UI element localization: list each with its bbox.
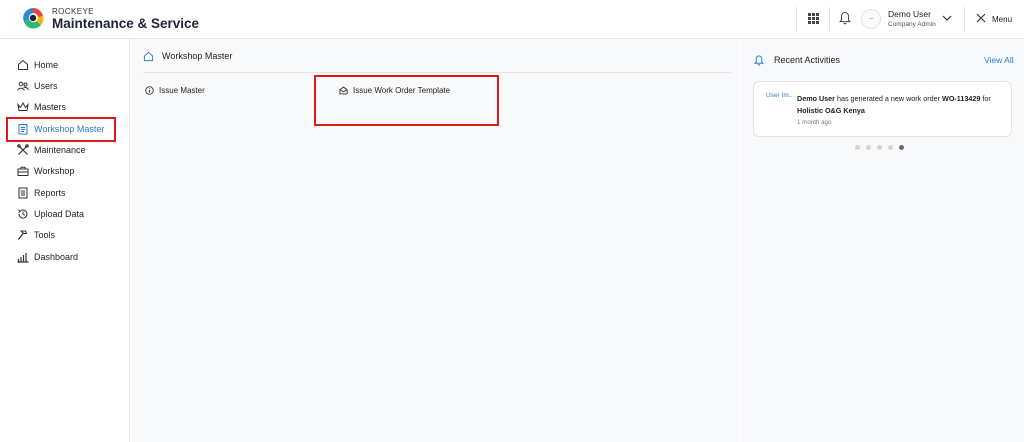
app-title: Maintenance & Service xyxy=(52,16,200,31)
rockeye-logo-icon xyxy=(23,7,44,29)
sidebar-item-workshop[interactable]: Workshop xyxy=(17,163,74,179)
carousel-dot[interactable] xyxy=(855,145,860,150)
sidebar-item-label: Users xyxy=(34,81,58,91)
activity-card[interactable]: User Im... Demo User has generated a new… xyxy=(753,81,1012,137)
top-header: ROCKEYE Maintenance & Service Demo User … xyxy=(0,0,1024,39)
chevron-down-icon[interactable] xyxy=(942,14,952,22)
sidebar-item-upload-data[interactable]: Upload Data xyxy=(17,206,84,222)
history-icon xyxy=(17,208,29,220)
issue-master-label: Issue Master xyxy=(159,85,205,95)
activity-message: has generated a new work order xyxy=(834,94,943,103)
users-icon xyxy=(17,80,29,92)
avatar-icon[interactable] xyxy=(861,9,881,29)
sidebar-item-home[interactable]: Home xyxy=(17,57,58,73)
sidebar-item-label: Workshop xyxy=(34,166,75,176)
sidebar-item-masters[interactable]: Masters xyxy=(17,99,66,115)
sidebar-item-label: Upload Data xyxy=(34,209,85,219)
activity-for: for xyxy=(980,94,991,103)
sidebar-item-label: Masters xyxy=(34,102,67,112)
home-icon xyxy=(143,51,154,61)
crown-icon xyxy=(17,101,29,113)
header-divider xyxy=(796,7,797,31)
divider xyxy=(143,72,731,73)
sidebar-item-label: Tools xyxy=(34,230,56,240)
sidebar-item-label: Reports xyxy=(34,188,66,198)
sidebar-item-label: Maintenance xyxy=(34,145,86,155)
home-icon xyxy=(17,59,29,71)
carousel-dot-active[interactable] xyxy=(899,145,904,150)
work-order-id: WO-113429 xyxy=(942,94,981,103)
user-role: Company Admin xyxy=(888,21,936,28)
recent-activities-label: Recent Activities xyxy=(774,55,841,65)
sidebar-item-label: Home xyxy=(34,60,59,70)
view-all-link[interactable]: View All xyxy=(984,55,1014,65)
report-icon xyxy=(17,187,29,199)
user-name[interactable]: Demo User xyxy=(888,9,931,19)
apps-grid-icon[interactable] xyxy=(808,13,819,24)
sidebar-item-label: Dashboard xyxy=(34,252,79,262)
activity-text: Demo User has generated a new work order… xyxy=(797,93,1007,117)
recent-activities-title: Recent Activities xyxy=(754,53,840,67)
issue-work-order-template-label: Issue Work Order Template xyxy=(353,85,451,95)
activity-user: Demo User xyxy=(797,94,835,103)
carousel-dot[interactable] xyxy=(877,145,882,150)
sidebar-item-reports[interactable]: Reports xyxy=(17,185,66,201)
bar-chart-icon xyxy=(17,251,29,263)
toolbox-icon xyxy=(17,165,29,177)
hammer-icon xyxy=(17,229,29,241)
sidebar: Home Users Masters Workshop Master Maint… xyxy=(0,39,130,442)
header-divider xyxy=(964,7,965,31)
activity-time: 1 month ago xyxy=(797,119,832,126)
tools-icon xyxy=(17,144,29,156)
brand-name: ROCKEYE xyxy=(52,7,94,16)
sidebar-item-tools[interactable]: Tools xyxy=(17,227,55,243)
carousel-pagination xyxy=(855,145,904,150)
activity-company: Holistic O&G Kenya xyxy=(797,106,865,115)
header-divider xyxy=(829,7,830,31)
carousel-dot[interactable] xyxy=(888,145,893,150)
sidebar-item-users[interactable]: Users xyxy=(17,78,58,94)
recent-activities-panel: Recent Activities View All User Im... De… xyxy=(740,39,1024,442)
info-icon xyxy=(145,85,154,95)
page-title-label: Workshop Master xyxy=(162,51,233,61)
issue-work-order-template-link[interactable]: Issue Work Order Template xyxy=(339,83,450,97)
bell-icon xyxy=(754,54,764,66)
sidebar-item-dashboard[interactable]: Dashboard xyxy=(17,249,78,265)
menu-button[interactable]: Menu xyxy=(992,15,1012,24)
carousel-dot[interactable] xyxy=(866,145,871,150)
user-image-broken-icon: User Im... xyxy=(766,92,795,99)
highlight-box xyxy=(6,117,116,142)
close-icon[interactable] xyxy=(976,13,986,23)
bell-icon[interactable] xyxy=(839,11,851,25)
sidebar-item-maintenance[interactable]: Maintenance xyxy=(17,142,86,158)
issue-master-link[interactable]: Issue Master xyxy=(145,83,205,97)
page-title: Workshop Master xyxy=(143,48,232,64)
main-content: Workshop Master Issue Master Issue Work … xyxy=(131,39,739,442)
envelope-open-icon xyxy=(339,86,348,94)
